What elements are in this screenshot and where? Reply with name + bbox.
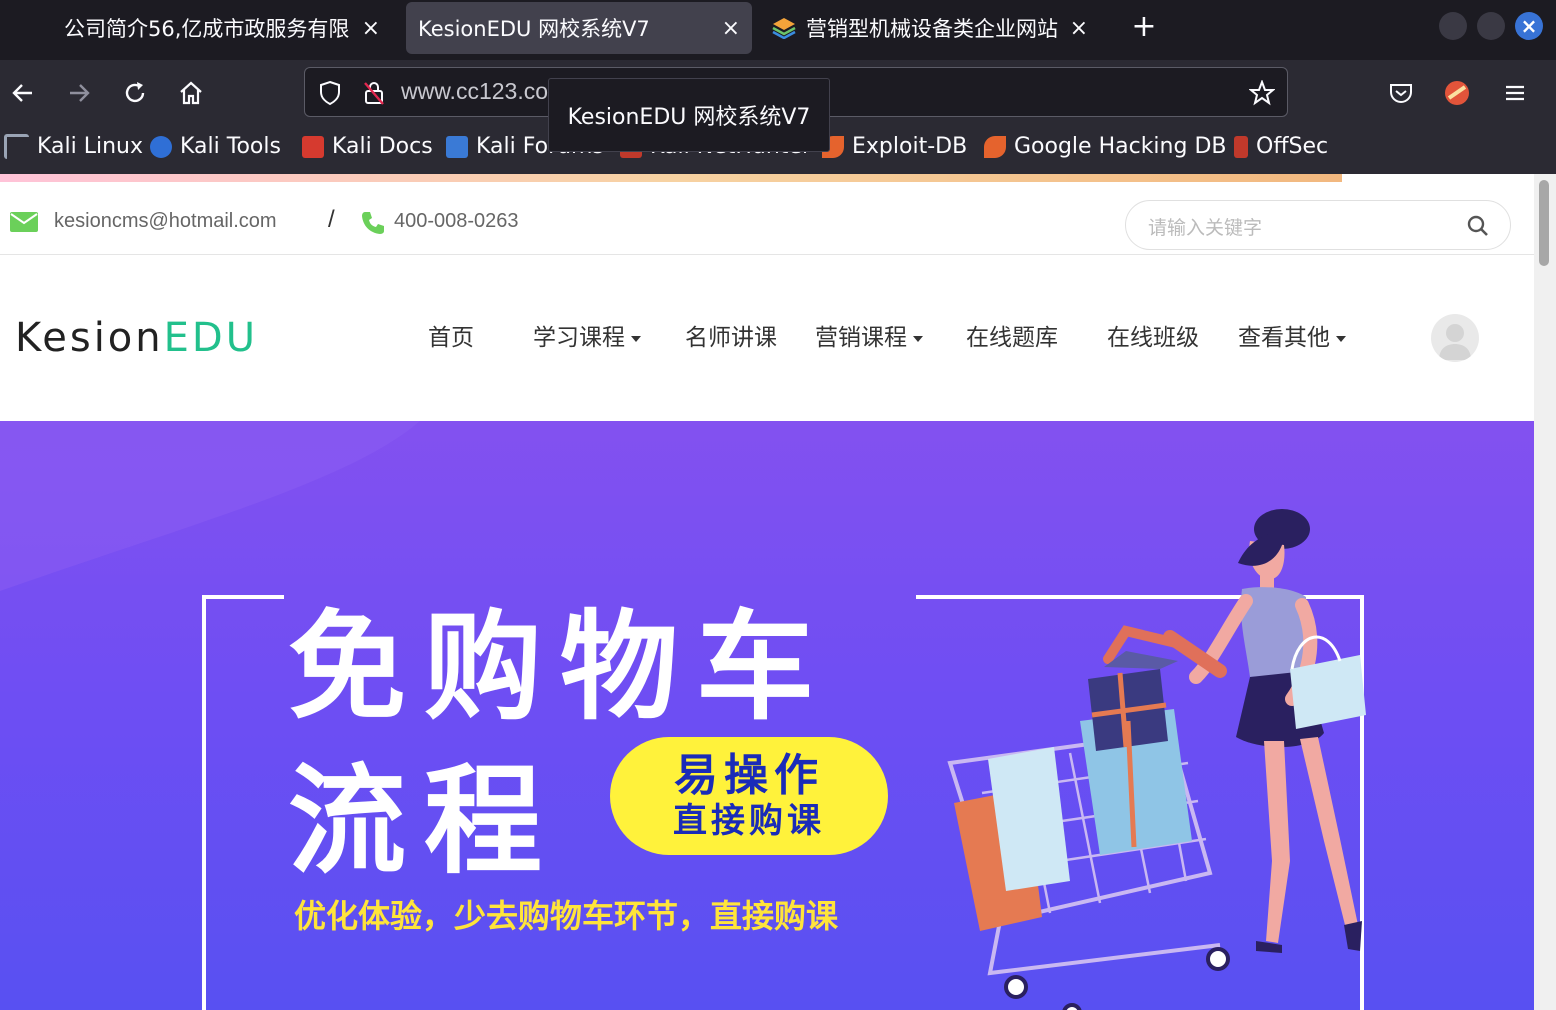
window-close-button[interactable]: ×	[1515, 12, 1543, 40]
nav-label: 查看其他	[1238, 325, 1330, 351]
extension-icon	[1445, 81, 1469, 105]
avatar[interactable]	[1431, 314, 1479, 362]
bookmark-google-hacking-db[interactable]: Google Hacking DB	[984, 134, 1226, 159]
nav-label: 在线班级	[1107, 325, 1199, 351]
site-logo[interactable]: KesionEDU	[15, 315, 258, 361]
kali-forums-icon	[446, 135, 468, 158]
tab-tooltip: KesionEDU 网校系统V7	[548, 78, 830, 152]
bookmark-label: Kali Tools	[180, 134, 281, 159]
reload-button[interactable]	[116, 74, 154, 112]
home-icon	[180, 81, 202, 105]
banner-headline-1: 免购物车	[288, 598, 833, 736]
scrollbar-thumb[interactable]	[1539, 180, 1549, 266]
kali-dragon-icon	[4, 134, 29, 159]
forward-button[interactable]	[60, 74, 98, 112]
kali-docs-icon	[302, 135, 324, 158]
tab-close-icon[interactable]: ×	[362, 16, 380, 41]
bookmark-label: Google Hacking DB	[1014, 134, 1227, 159]
caret-down-icon	[1336, 335, 1346, 342]
frame-line	[202, 595, 284, 599]
tab-close-icon[interactable]: ×	[722, 16, 740, 41]
pocket-icon	[1390, 84, 1412, 103]
nav-item-courses[interactable]: 学习课程	[533, 318, 641, 352]
maximize-button[interactable]	[1477, 12, 1505, 40]
nav-label: 学习课程	[533, 325, 625, 351]
pocket-button[interactable]	[1382, 74, 1420, 112]
extension-button[interactable]	[1438, 74, 1476, 112]
nav-item-more[interactable]: 查看其他	[1238, 318, 1346, 352]
bookmark-label: OffSec	[1256, 134, 1329, 159]
kali-tools-icon	[150, 135, 172, 158]
hamburger-icon	[1506, 85, 1524, 101]
home-button[interactable]	[172, 74, 210, 112]
nav-item-marketing[interactable]: 营销课程	[815, 318, 923, 352]
search-icon[interactable]	[1466, 214, 1490, 242]
reload-icon	[125, 82, 145, 103]
app-menu-button[interactable]	[1496, 74, 1534, 112]
frame-line	[202, 595, 206, 1010]
tab-title: 营销型机械设备类企业网站	[806, 17, 1058, 41]
user-icon	[1439, 324, 1471, 360]
bookmark-kali-docs[interactable]: Kali Docs	[302, 134, 433, 159]
site-favicon-icon	[772, 17, 796, 40]
tab-title: KesionEDU 网校系统V7	[418, 17, 650, 41]
bookmark-label: Kali Linux	[37, 134, 144, 159]
caret-down-icon	[913, 335, 923, 342]
tab-2[interactable]: KesionEDU 网校系统V7 ×	[406, 2, 752, 54]
logo-text: Kesion	[15, 315, 164, 361]
contact-separator: /	[328, 206, 335, 233]
insecure-lock-icon[interactable]	[359, 78, 389, 108]
bookmark-kali-linux[interactable]: Kali Linux	[4, 134, 143, 159]
nav-label: 名师讲课	[685, 325, 777, 351]
tab-title: 公司简介56,亿成市政服务有限	[64, 17, 350, 41]
back-arrow-icon	[12, 84, 32, 102]
nav-item-teachers[interactable]: 名师讲课	[685, 318, 777, 352]
pill-text-1: 易操作	[674, 750, 824, 801]
offsec-icon	[1234, 135, 1248, 158]
new-tab-button[interactable]: +	[1124, 6, 1164, 46]
pill-text-2: 直接购课	[673, 801, 825, 841]
bookmark-kali-tools[interactable]: Kali Tools	[150, 134, 281, 159]
page-scrollbar[interactable]	[1534, 174, 1556, 1010]
phone-icon	[360, 210, 386, 240]
nav-item-question-bank[interactable]: 在线题库	[966, 318, 1058, 352]
nav-label: 营销课程	[815, 325, 907, 351]
web-page: kesioncms@hotmail.com / 400-008-0263 请输入…	[0, 174, 1534, 1010]
tab-3[interactable]: 营销型机械设备类企业网站 ×	[760, 2, 1100, 54]
site-search[interactable]: 请输入关键字	[1125, 200, 1511, 250]
bookmark-exploit-db[interactable]: Exploit-DB	[822, 134, 967, 159]
hero-banner[interactable]: 免购物车 流程 易操作 直接购课 优化体验，少去购物车环节，直接购课	[0, 421, 1534, 1010]
tab-1[interactable]: 公司简介56,亿成市政服务有限 ×	[52, 2, 392, 54]
nav-label: 在线题库	[966, 325, 1058, 351]
nav-label: 首页	[428, 325, 474, 351]
ghdb-icon	[984, 135, 1006, 158]
tab-close-icon[interactable]: ×	[1070, 16, 1088, 41]
forward-arrow-icon	[70, 84, 90, 102]
mail-icon	[10, 212, 38, 236]
bookmark-star-icon[interactable]	[1247, 78, 1277, 108]
banner-headline-2: 流程	[288, 752, 561, 890]
contact-phone[interactable]: 400-008-0263	[394, 210, 519, 233]
url-text[interactable]: www.cc123.com	[401, 78, 567, 105]
minimize-button[interactable]	[1439, 12, 1467, 40]
contact-email[interactable]: kesioncms@hotmail.com	[54, 210, 277, 233]
banner-pill: 易操作 直接购课	[610, 737, 888, 855]
nav-item-classes[interactable]: 在线班级	[1107, 318, 1199, 352]
top-contact-bar: kesioncms@hotmail.com / 400-008-0263 请输入…	[0, 182, 1534, 255]
tab-strip: 公司简介56,亿成市政服务有限 × KesionEDU 网校系统V7 × 营销型…	[0, 0, 1556, 56]
bookmark-offsec[interactable]: OffSec	[1234, 134, 1328, 159]
page-load-progress	[0, 174, 1342, 182]
shield-icon[interactable]	[315, 78, 345, 108]
bookmark-label: Exploit-DB	[852, 134, 968, 159]
bookmark-label: Kali Docs	[332, 134, 433, 159]
back-button[interactable]	[4, 74, 42, 112]
caret-down-icon	[631, 335, 641, 342]
nav-item-home[interactable]: 首页	[428, 318, 474, 352]
logo-accent-text: EDU	[163, 315, 258, 361]
shopping-cart-illustration	[947, 509, 1366, 1010]
site-header: KesionEDU 首页 学习课程 名师讲课 营销课程 在线题库 在线班级 查看…	[0, 256, 1534, 421]
search-input[interactable]: 请输入关键字	[1148, 213, 1262, 240]
banner-slogan: 优化体验，少去购物车环节，直接购课	[294, 897, 839, 935]
